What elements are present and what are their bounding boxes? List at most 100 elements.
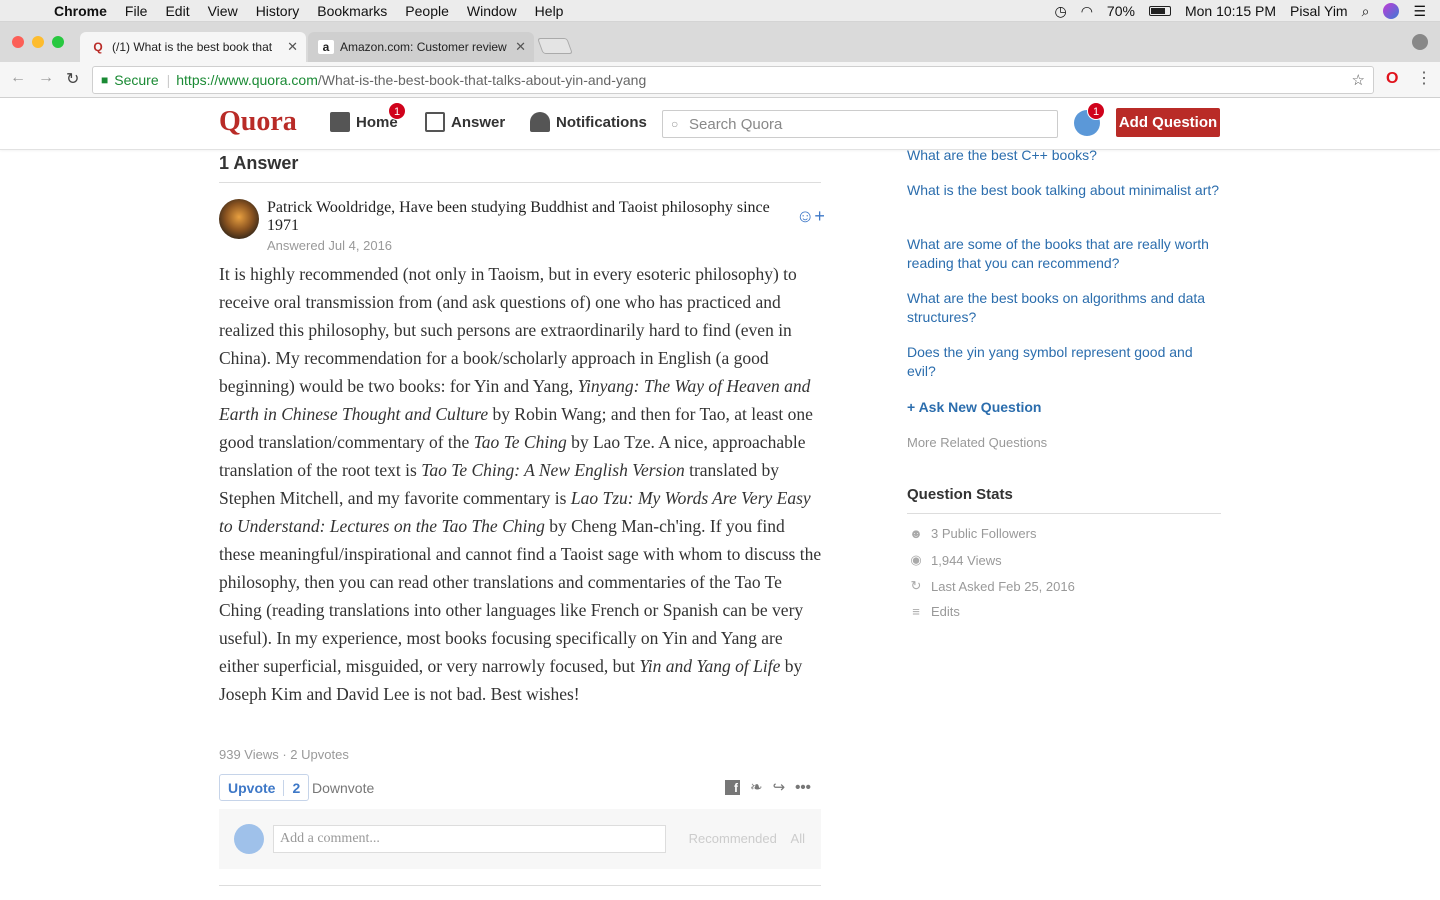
chrome-menu-icon[interactable]: ⋮ xyxy=(1416,68,1432,88)
close-tab-icon[interactable]: ✕ xyxy=(287,39,298,55)
menu-history[interactable]: History xyxy=(256,3,300,19)
tab-title: Amazon.com: Customer review xyxy=(340,40,507,54)
bookmark-star-icon[interactable]: ☆ xyxy=(1352,71,1365,89)
related-question-link[interactable]: What are the best C++ books? xyxy=(907,146,1221,165)
pencil-icon xyxy=(425,112,445,132)
tab-amazon[interactable]: a Amazon.com: Customer review ✕ xyxy=(308,32,534,62)
answer-stats[interactable]: 939 Views · 2 Upvotes xyxy=(219,747,349,762)
twitter-icon[interactable]: ❧ xyxy=(750,778,763,796)
stat-edits-text: Edits xyxy=(931,604,960,619)
stat-views: ◉ 1,944 Views xyxy=(907,552,1002,568)
share-actions: f ❧ ↪ ••• xyxy=(725,778,821,796)
battery-icon[interactable] xyxy=(1148,6,1171,16)
bell-icon xyxy=(530,112,550,132)
spotlight-icon[interactable]: ⌕ xyxy=(1362,3,1370,20)
edits-icon: ≡ xyxy=(912,604,920,619)
url-path: /What-is-the-best-book-that-talks-about-… xyxy=(317,72,647,88)
close-window-icon[interactable] xyxy=(12,36,24,48)
answer-body: It is highly recommended (not only in Ta… xyxy=(219,260,823,708)
nav-notifications-label: Notifications xyxy=(556,113,647,131)
comment-sort-all[interactable]: All xyxy=(791,831,805,846)
commenter-avatar xyxy=(234,824,264,854)
nav-answer[interactable]: Answer xyxy=(425,112,505,132)
opera-extension-icon[interactable]: O xyxy=(1386,70,1398,88)
stat-edits[interactable]: ≡ Edits xyxy=(907,604,960,619)
stat-views-text: 1,944 Views xyxy=(931,552,1002,568)
nav-home[interactable]: Home xyxy=(330,112,398,132)
facebook-icon[interactable]: f xyxy=(725,779,740,795)
nav-answer-label: Answer xyxy=(451,113,506,131)
amazon-favicon-icon: a xyxy=(318,40,334,54)
divider xyxy=(219,885,821,886)
new-tab-button[interactable] xyxy=(537,38,573,54)
comment-input[interactable]: Add a comment... xyxy=(273,825,666,853)
comment-sort-recommended[interactable]: Recommended xyxy=(689,831,777,846)
related-question-link[interactable]: What are some of the books that are real… xyxy=(907,235,1221,273)
menu-bookmarks[interactable]: Bookmarks xyxy=(317,3,387,19)
lock-icon[interactable]: ■ xyxy=(101,73,108,87)
back-arrow-icon[interactable]: ← xyxy=(10,69,26,87)
user-name[interactable]: Pisal Yim xyxy=(1290,3,1348,19)
author-credential[interactable]: Patrick Wooldridge, Have been studying B… xyxy=(267,199,787,235)
quora-favicon-icon: Q xyxy=(93,40,103,54)
more-options-icon[interactable]: ••• xyxy=(795,779,811,796)
tab-title: (/1) What is the best book that xyxy=(112,40,273,54)
home-feed-icon xyxy=(330,112,350,132)
related-question-link[interactable]: What are the best books on algorithms an… xyxy=(907,289,1221,327)
profile-badge: 1 xyxy=(1087,102,1105,120)
nav-notifications[interactable]: Notifications xyxy=(530,112,647,132)
chrome-profile-icon[interactable] xyxy=(1412,34,1428,50)
siri-icon[interactable] xyxy=(1383,3,1400,19)
stat-last-asked[interactable]: ↻ Last Asked Feb 25, 2016 xyxy=(907,578,1075,594)
address-bar[interactable]: ■ Secure | https://www.quora.com /What-i… xyxy=(92,66,1374,94)
time-machine-icon[interactable]: ◷ xyxy=(1054,3,1066,20)
home-badge: 1 xyxy=(388,102,406,120)
comment-box: Add a comment... Recommended All xyxy=(219,809,821,869)
ask-new-question-link[interactable]: + Ask New Question xyxy=(907,399,1041,415)
battery-percent[interactable]: 70% xyxy=(1107,3,1135,19)
maximize-window-icon[interactable] xyxy=(52,36,64,48)
divider xyxy=(907,513,1221,514)
wifi-icon[interactable]: ◠ xyxy=(1081,3,1093,20)
quora-header: Quora Home 1 Answer Notifications ○ Sear… xyxy=(0,98,1440,150)
browser-tab-strip: Q (/1) What is the best book that ✕ a Am… xyxy=(0,22,1440,62)
search-icon: ○ xyxy=(671,117,679,131)
menu-help[interactable]: Help xyxy=(535,3,564,19)
search-input[interactable]: ○ Search Quora xyxy=(662,110,1058,138)
share-icon[interactable]: ↪ xyxy=(773,778,786,796)
quora-logo[interactable]: Quora xyxy=(219,106,297,138)
downvote-button[interactable]: Downvote xyxy=(312,780,374,796)
clock[interactable]: Mon 10:15 PM xyxy=(1185,3,1276,19)
notification-center-icon[interactable]: ☰ xyxy=(1413,3,1426,20)
book-title: Yin and Yang of Life xyxy=(639,656,781,676)
secure-label[interactable]: Secure xyxy=(114,72,158,88)
stat-last-asked-text: Last Asked Feb 25, 2016 xyxy=(931,578,1075,594)
more-related-questions-link[interactable]: More Related Questions xyxy=(907,435,1047,450)
upvote-button[interactable]: Upvote 2 xyxy=(219,774,310,801)
stat-followers[interactable]: ☻ 3 Public Followers xyxy=(907,526,1036,541)
close-tab-icon[interactable]: ✕ xyxy=(515,39,526,55)
menu-window[interactable]: Window xyxy=(467,3,517,19)
upvote-label: Upvote xyxy=(228,779,276,796)
menu-people[interactable]: People xyxy=(405,3,449,19)
plus-icon: + xyxy=(907,399,916,415)
related-question-link[interactable]: Does the yin yang symbol represent good … xyxy=(907,343,1221,381)
tab-quora[interactable]: Q (/1) What is the best book that ✕ xyxy=(80,32,306,62)
menu-edit[interactable]: Edit xyxy=(165,3,189,19)
reload-icon[interactable]: ↻ xyxy=(66,69,79,89)
add-question-button[interactable]: Add Question xyxy=(1116,108,1220,137)
menu-file[interactable]: File xyxy=(125,3,148,19)
eye-icon: ◉ xyxy=(910,552,922,567)
search-placeholder: Search Quora xyxy=(689,115,783,133)
answered-date[interactable]: Answered Jul 4, 2016 xyxy=(267,238,392,253)
browser-toolbar: ← → ↻ ■ Secure | https://www.quora.com /… xyxy=(0,62,1440,98)
menu-view[interactable]: View xyxy=(208,3,238,19)
menu-app-name[interactable]: Chrome xyxy=(54,3,107,19)
question-stats-heading: Question Stats xyxy=(907,486,1013,503)
minimize-window-icon[interactable] xyxy=(32,36,44,48)
follow-user-icon[interactable]: ☺+ xyxy=(796,206,825,227)
forward-arrow-icon[interactable]: → xyxy=(38,69,54,87)
related-question-link[interactable]: What is the best book talking about mini… xyxy=(907,181,1221,200)
url-host: https://www.quora.com xyxy=(176,72,318,88)
author-avatar[interactable] xyxy=(219,199,259,239)
